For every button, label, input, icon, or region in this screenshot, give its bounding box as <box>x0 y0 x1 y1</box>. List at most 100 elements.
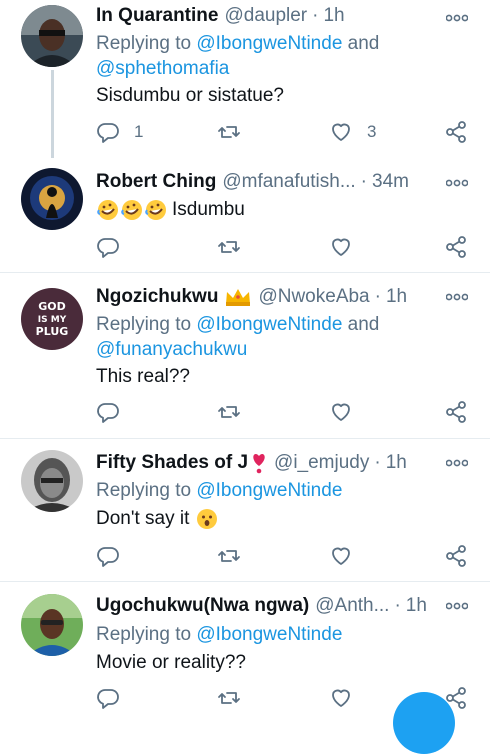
avatar-ugochukwu[interactable] <box>21 594 83 656</box>
replying-to: Replying to @IbongweNtinde <box>96 622 476 647</box>
mention-link[interactable]: @IbongweNtinde <box>196 624 342 645</box>
replying-to-label: Replying to <box>96 33 197 54</box>
display-name[interactable]: Fifty Shades of J <box>96 452 248 474</box>
more-icon[interactable] <box>446 179 468 187</box>
reply-button[interactable]: 1 <box>96 120 143 144</box>
retweet-button[interactable] <box>217 120 241 144</box>
reply-count: 1 <box>134 122 144 141</box>
retweet-icon <box>218 406 240 418</box>
reply-icon <box>97 123 119 143</box>
separator-dot: · <box>312 5 319 26</box>
tweet-text-row: Don't say it <box>96 507 219 531</box>
tweet-text: Sisdumbu or sistatue? <box>96 85 284 106</box>
compose-fab[interactable] <box>393 692 455 754</box>
tweet-text-row: Isdumbu <box>96 198 245 222</box>
like-icon <box>332 547 350 565</box>
share-button[interactable] <box>444 235 468 259</box>
share-button[interactable] <box>444 400 468 424</box>
heart-exclamation-emoji <box>253 454 265 474</box>
like-button[interactable] <box>329 544 353 568</box>
user-handle[interactable]: @Anth... <box>315 595 389 617</box>
tweet-2[interactable]: Robert Ching @mfanafutish... · 34m Isdum… <box>0 160 490 272</box>
reply-icon <box>97 689 119 709</box>
retweet-icon <box>218 241 240 253</box>
timestamp[interactable]: 34m <box>372 171 409 193</box>
replying-to-label: Replying to <box>96 314 197 335</box>
replying-to-and: and <box>342 314 380 335</box>
more-icon[interactable] <box>446 14 468 22</box>
tweet-text: Isdumbu <box>172 199 245 220</box>
more-icon[interactable] <box>446 602 468 610</box>
like-button[interactable]: 3 <box>329 120 376 144</box>
share-icon <box>446 545 466 567</box>
more-icon[interactable] <box>446 459 468 467</box>
tweet-4[interactable]: Fifty Shades of J @i_emjudy · 1h Replyin… <box>0 439 490 581</box>
mention-link[interactable]: @IbongweNtinde <box>196 314 342 335</box>
like-button[interactable] <box>329 686 353 710</box>
reply-icon <box>97 238 119 258</box>
timestamp[interactable]: 1h <box>406 595 427 617</box>
separator-dot: · <box>394 595 401 616</box>
tweet-header: Fifty Shades of J @i_emjudy · 1h <box>96 451 450 475</box>
timestamp[interactable]: 1h <box>386 452 407 474</box>
timestamp[interactable]: 1h <box>386 286 407 308</box>
reply-button[interactable] <box>96 544 120 568</box>
avatar-ngozichukwu[interactable]: GOD IS MY PLUG <box>21 288 83 350</box>
tweet-1[interactable]: In Quarantine @daupler · 1h Replying to … <box>0 0 490 160</box>
timestamp[interactable]: 1h <box>323 5 344 27</box>
tweet-header: Robert Ching @mfanafutish... · 34m <box>96 171 450 193</box>
avatar-text: PLUG <box>36 325 69 338</box>
tweet-actions <box>96 235 476 261</box>
reply-button[interactable] <box>96 686 120 710</box>
display-name[interactable]: Robert Ching <box>96 171 216 193</box>
share-button[interactable] <box>444 120 468 144</box>
user-handle[interactable]: @mfanafutish... <box>222 171 355 193</box>
share-button[interactable] <box>444 544 468 568</box>
tweet-actions <box>96 400 476 426</box>
replying-to-and: and <box>342 33 380 54</box>
like-icon <box>332 238 350 256</box>
like-icon <box>332 689 350 707</box>
tweet-header: Ngozichukwu @NwokeAba · 1h <box>96 286 450 308</box>
like-icon <box>332 123 350 141</box>
user-handle[interactable]: @i_emjudy <box>274 452 369 474</box>
avatar-text: GOD <box>38 300 66 313</box>
mention-link[interactable]: @IbongweNtinde <box>196 480 342 501</box>
retweet-button[interactable] <box>217 544 241 568</box>
display-name[interactable]: In Quarantine <box>96 5 218 27</box>
share-icon <box>446 401 466 423</box>
mention-link[interactable]: @sphethomafia <box>96 58 229 79</box>
avatar-robert-ching[interactable] <box>21 168 83 230</box>
reply-button[interactable] <box>96 235 120 259</box>
display-name[interactable]: Ugochukwu(Nwa ngwa) <box>96 595 309 617</box>
tweet-text: Movie or reality?? <box>96 652 246 673</box>
retweet-button[interactable] <box>217 400 241 424</box>
tweet-text: This real?? <box>96 366 190 387</box>
like-button[interactable] <box>329 400 353 424</box>
share-icon <box>446 121 466 143</box>
share-icon <box>446 236 466 258</box>
tweet-3[interactable]: GOD IS MY PLUG Ngozichukwu @NwokeAba · 1… <box>0 273 490 438</box>
user-handle[interactable]: @daupler <box>224 5 307 27</box>
thread-connector <box>51 70 54 158</box>
avatar-in-quarantine[interactable] <box>21 5 83 67</box>
rofl-emoji-group <box>96 198 168 222</box>
retweet-icon <box>218 126 240 138</box>
user-handle[interactable]: @NwokeAba <box>258 286 369 308</box>
more-icon[interactable] <box>446 293 468 301</box>
retweet-button[interactable] <box>217 686 241 710</box>
separator-dot: · <box>374 286 381 307</box>
tweet-header: Ugochukwu(Nwa ngwa) @Anth... · 1h <box>96 595 450 617</box>
tweet-header: In Quarantine @daupler · 1h <box>96 5 450 27</box>
reply-button[interactable] <box>96 400 120 424</box>
replying-to: Replying to @IbongweNtinde and @funanyac… <box>96 312 476 362</box>
like-button[interactable] <box>329 235 353 259</box>
mention-link[interactable]: @funanyachukwu <box>96 339 247 360</box>
rofl-emoji <box>121 200 142 220</box>
rofl-emoji <box>97 200 118 220</box>
display-name[interactable]: Ngozichukwu <box>96 286 218 308</box>
tweet-actions: 1 3 <box>96 120 476 146</box>
mention-link[interactable]: @IbongweNtinde <box>196 33 342 54</box>
retweet-button[interactable] <box>217 235 241 259</box>
avatar-fifty-shades-of-j[interactable] <box>21 450 83 512</box>
